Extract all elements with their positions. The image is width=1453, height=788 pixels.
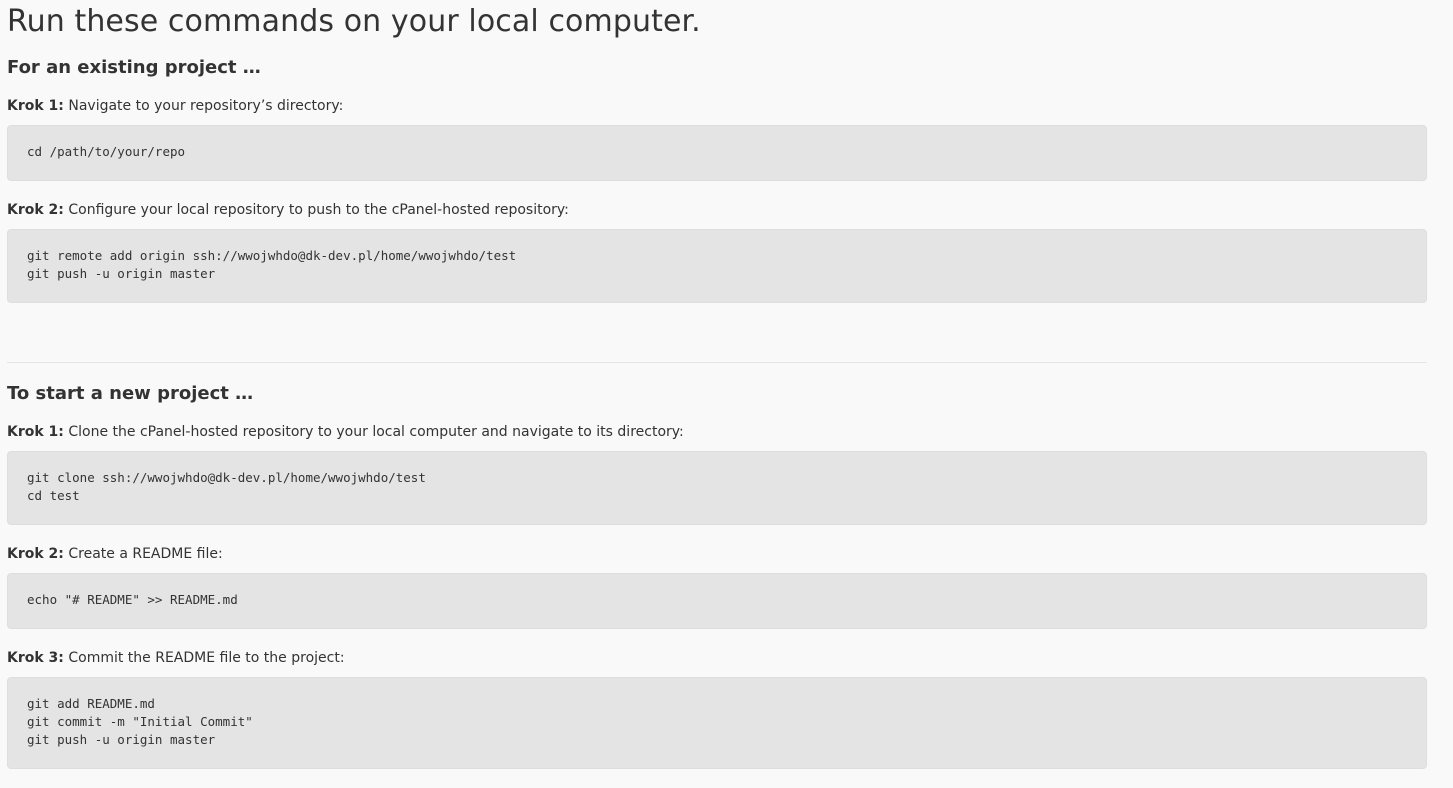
new-step-1: Krok 1: Clone the cPanel-hosted reposito…	[7, 423, 684, 441]
step-text: Configure your local repository to push …	[63, 202, 569, 218]
step-text: Navigate to your repository’s directory:	[63, 98, 344, 114]
page: Run these commands on your local compute…	[0, 0, 1453, 788]
step-label: Krok 2:	[7, 202, 64, 218]
step-text: Commit the README file to the project:	[63, 650, 345, 666]
code-block-commit[interactable]: git add README.md git commit -m "Initial…	[7, 677, 1427, 769]
code-block-remote-add[interactable]: git remote add origin ssh://wwojwhdo@dk-…	[7, 229, 1427, 303]
new-project-heading: To start a new project …	[7, 383, 254, 404]
code-block-cd-repo[interactable]: cd /path/to/your/repo	[7, 125, 1427, 181]
code-block-readme[interactable]: echo "# README" >> README.md	[7, 573, 1427, 629]
step-text: Clone the cPanel-hosted repository to yo…	[63, 424, 684, 440]
step-label: Krok 2:	[7, 546, 64, 562]
step-label: Krok 1:	[7, 98, 64, 114]
existing-step-2: Krok 2: Configure your local repository …	[7, 201, 569, 219]
existing-step-1: Krok 1: Navigate to your repository’s di…	[7, 97, 343, 115]
step-label: Krok 3:	[7, 650, 64, 666]
new-step-2: Krok 2: Create a README file:	[7, 545, 223, 563]
code-block-clone[interactable]: git clone ssh://wwojwhdo@dk-dev.pl/home/…	[7, 451, 1427, 525]
existing-project-heading: For an existing project …	[7, 57, 261, 78]
new-step-3: Krok 3: Commit the README file to the pr…	[7, 649, 345, 667]
page-title: Run these commands on your local compute…	[7, 4, 701, 39]
section-divider	[7, 362, 1427, 363]
step-label: Krok 1:	[7, 424, 64, 440]
step-text: Create a README file:	[63, 546, 223, 562]
